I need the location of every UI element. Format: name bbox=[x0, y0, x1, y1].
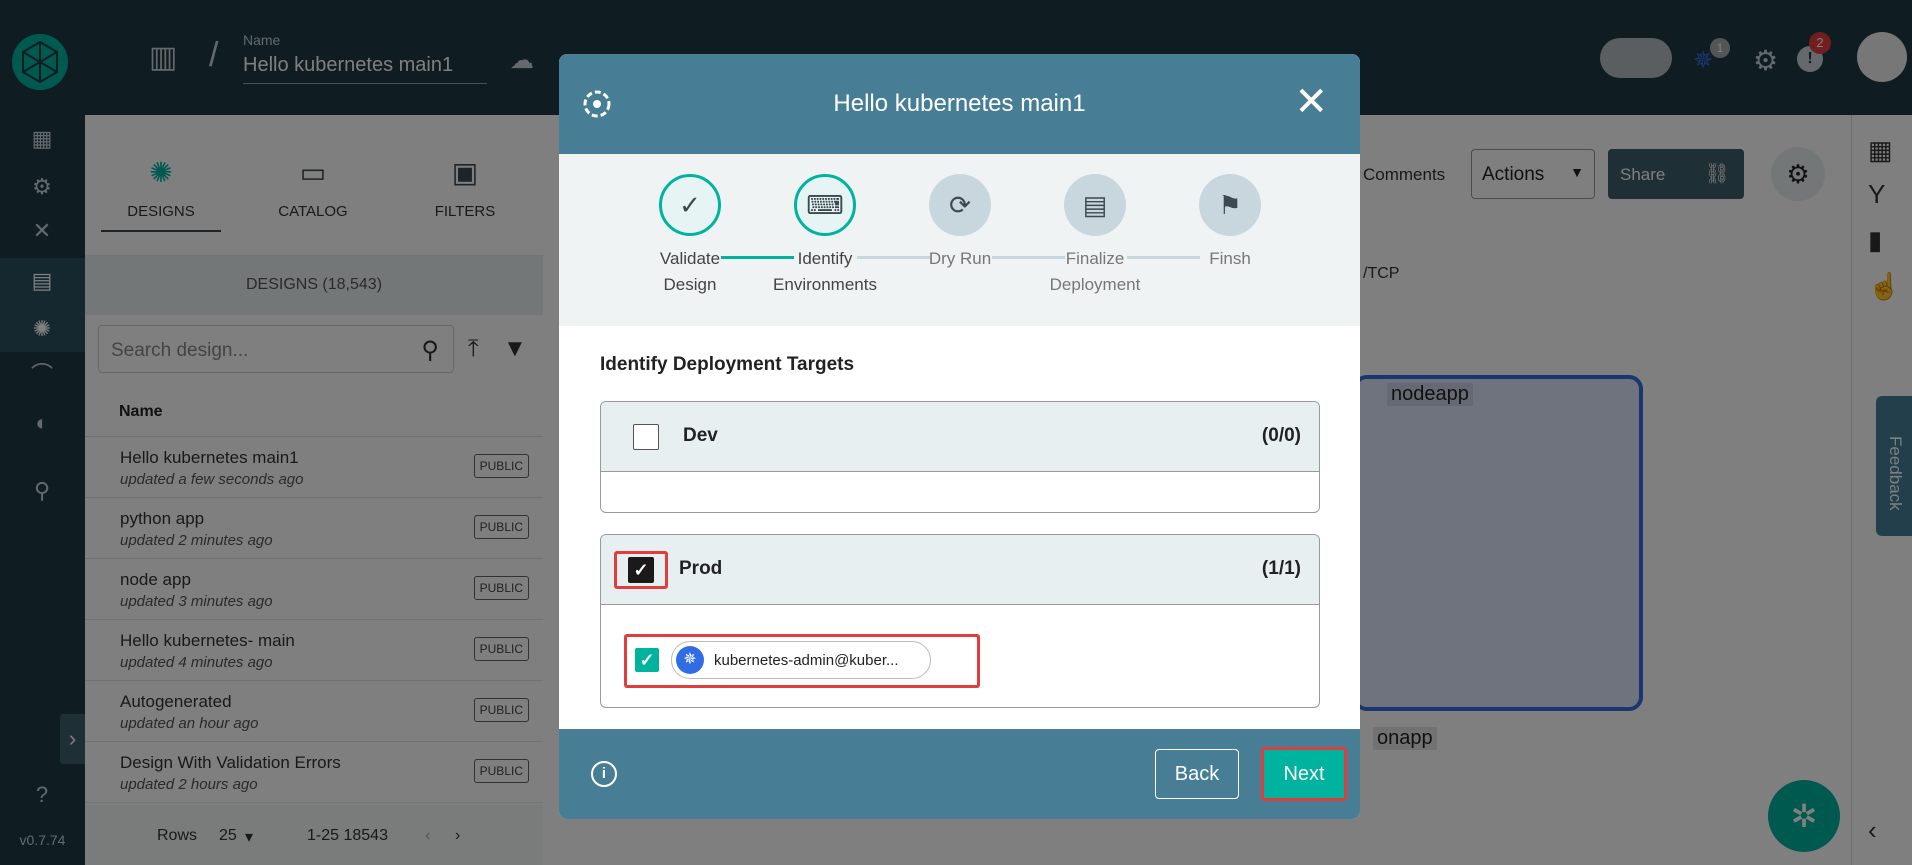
step-label: Finalize bbox=[1065, 249, 1125, 268]
environment-card-dev: Dev (0/0) bbox=[600, 401, 1320, 513]
environment-checkbox-dev[interactable] bbox=[633, 424, 659, 450]
modal-header: Hello kubernetes main1 ✕ bbox=[559, 54, 1360, 154]
step-label: Environments bbox=[773, 275, 877, 294]
deploy-stepper: ✓ Validate Design ⌨ Identify Environments … bbox=[559, 154, 1360, 326]
step-label: Finsh bbox=[1209, 249, 1251, 268]
dry-run-icon: ⟳ bbox=[929, 174, 991, 236]
environment-header: ✓ Prod (1/1) bbox=[601, 535, 1319, 605]
step-label: Deployment bbox=[1049, 275, 1141, 294]
environment-name: Prod bbox=[679, 558, 723, 579]
modal-footer: i Back Next bbox=[559, 729, 1360, 819]
clipboard-icon: ▤ bbox=[1064, 174, 1126, 236]
step-validate-design[interactable]: ✓ Validate Design bbox=[630, 174, 750, 298]
info-icon[interactable]: i bbox=[591, 761, 617, 787]
connection-checkbox[interactable]: ✓ bbox=[635, 648, 659, 672]
environment-card-prod: ✓ Prod (1/1) ✓ ✵ kubernetes-admin@kuber.… bbox=[600, 534, 1320, 708]
flags-icon: ⚑ bbox=[1199, 174, 1261, 236]
back-button[interactable]: Back bbox=[1155, 749, 1239, 799]
environment-name: Dev bbox=[683, 425, 718, 446]
connection-label: kubernetes-admin@kuber... bbox=[714, 652, 899, 669]
connection-row: ✓ ✵ kubernetes-admin@kuber... bbox=[624, 634, 980, 688]
modal-title: Hello kubernetes main1 bbox=[833, 90, 1086, 117]
step-label: Dry Run bbox=[928, 249, 992, 268]
kubernetes-icon: ✵ bbox=[676, 646, 704, 674]
next-button[interactable]: Next bbox=[1261, 747, 1347, 801]
step-label: Design bbox=[663, 275, 717, 294]
step-label: Validate bbox=[659, 249, 721, 268]
step-finish[interactable]: ⚑ Finsh bbox=[1170, 174, 1290, 272]
environment-count: (0/0) bbox=[1261, 425, 1301, 446]
step-dry-run[interactable]: ⟳ Dry Run bbox=[900, 174, 1020, 272]
step-label: Identify bbox=[797, 249, 853, 268]
deploy-modal: Hello kubernetes main1 ✕ ✓ Validate Desig… bbox=[559, 54, 1360, 819]
connection-chip[interactable]: ✵ kubernetes-admin@kuber... bbox=[671, 641, 931, 679]
close-icon[interactable]: ✕ bbox=[1294, 82, 1328, 122]
environment-count: (1/1) bbox=[1261, 558, 1301, 579]
environment-icon: ⌨ bbox=[794, 174, 856, 236]
environment-header: Dev (0/0) bbox=[601, 402, 1319, 472]
step-identify-environments[interactable]: ⌨ Identify Environments bbox=[765, 174, 885, 298]
environment-checkbox-prod[interactable]: ✓ bbox=[628, 557, 654, 583]
check-icon: ✓ bbox=[659, 174, 721, 236]
section-title: Identify Deployment Targets bbox=[600, 354, 855, 375]
step-finalize-deployment[interactable]: ▤ Finalize Deployment bbox=[1035, 174, 1155, 298]
